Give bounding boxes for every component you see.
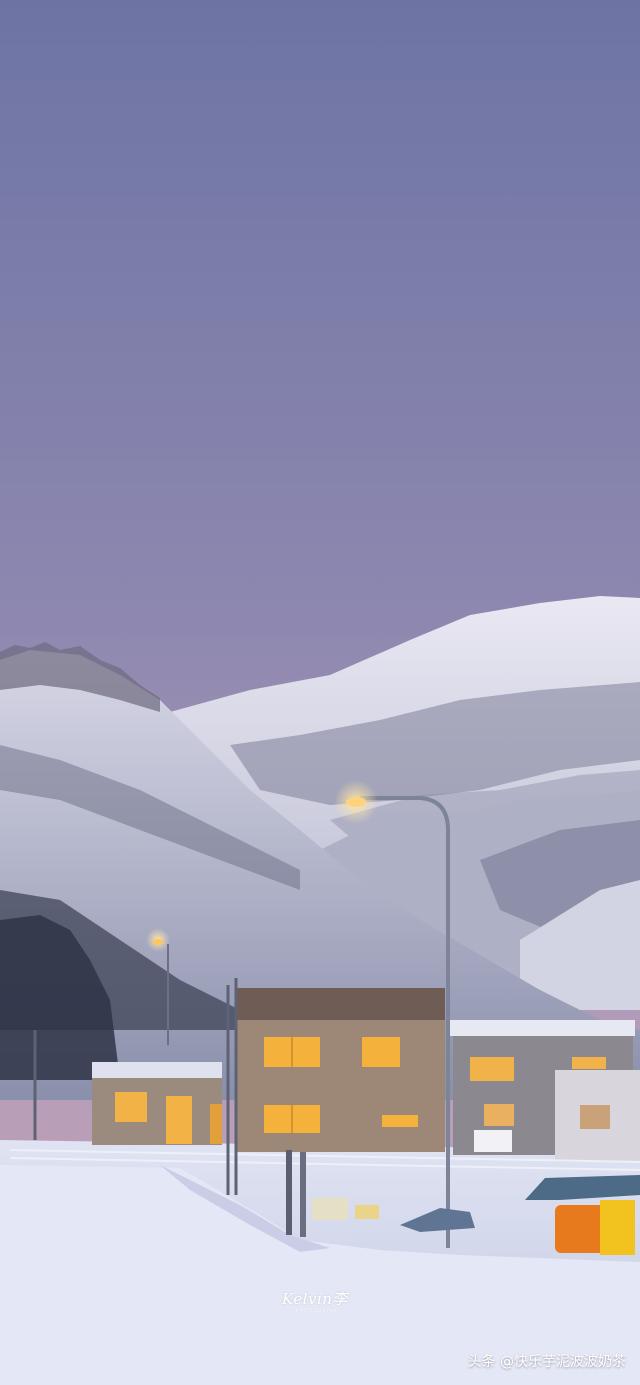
signature-text: Kelvin李 — [282, 1290, 348, 1308]
signature-sub: PHOTOGRAPHY — [296, 1308, 338, 1313]
small-house — [92, 1062, 222, 1145]
photo-scene: Kelvin李 PHOTOGRAPHY 头条 @快乐芋泥波波奶茶 — [0, 0, 640, 1385]
photographer-signature: Kelvin李 PHOTOGRAPHY — [282, 1288, 348, 1313]
right-building — [450, 1020, 640, 1162]
scene-illustration — [0, 0, 640, 1385]
main-building — [237, 988, 445, 1152]
source-credit: 头条 @快乐芋泥波波奶茶 — [467, 1354, 626, 1370]
